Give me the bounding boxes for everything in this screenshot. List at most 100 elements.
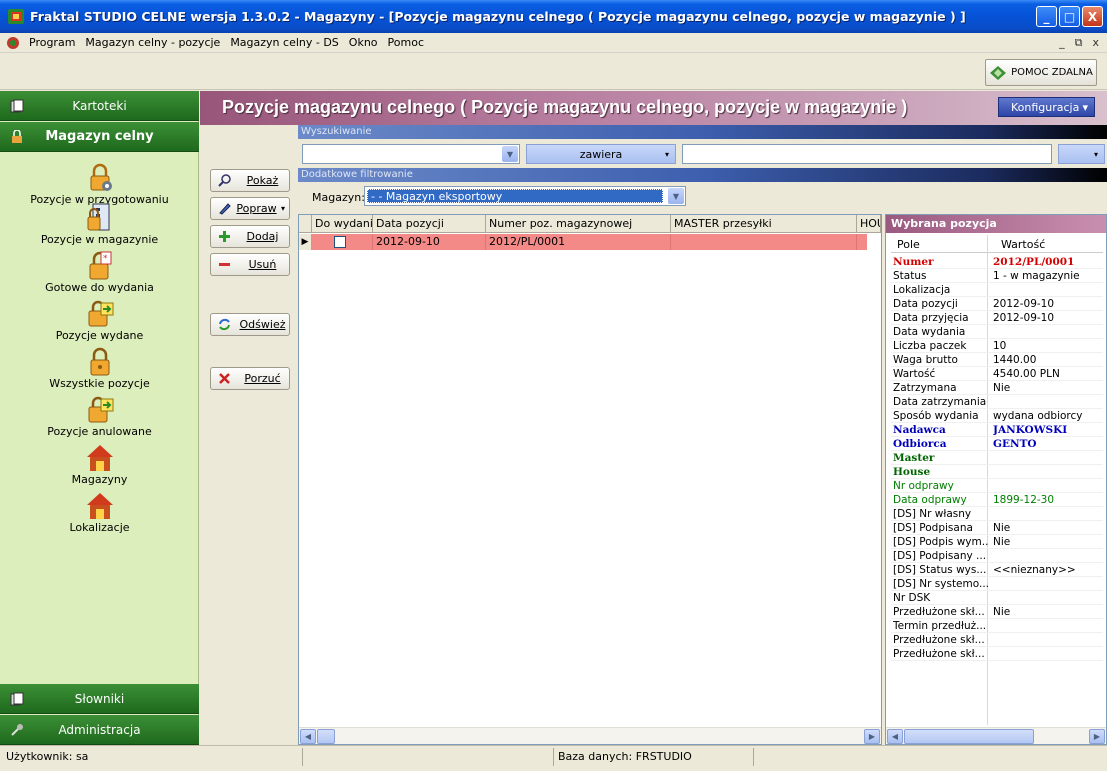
- mdi-minimize-button[interactable]: _: [1059, 36, 1065, 50]
- scroll-left-button[interactable]: ◀: [887, 729, 903, 744]
- release-checkbox[interactable]: [334, 236, 346, 248]
- property-key: Data przyjęcia: [893, 312, 969, 324]
- property-row[interactable]: Zatrzymana Nie: [891, 381, 1103, 395]
- remote-help-button[interactable]: POMOC ZDALNA: [985, 59, 1097, 86]
- property-row[interactable]: Liczba paczek 10: [891, 339, 1103, 353]
- scroll-thumb[interactable]: [317, 729, 335, 744]
- sidebar-item-gotowe[interactable]: * Gotowe do wydania: [0, 251, 199, 294]
- property-row[interactable]: Przedłużone skł...: [891, 633, 1103, 647]
- property-value: Nie: [993, 536, 1011, 548]
- grid-horizontal-scrollbar[interactable]: ◀ ▶: [299, 727, 881, 744]
- chevron-down-icon[interactable]: ▼: [668, 188, 684, 204]
- sidebar-item-wydane[interactable]: Pozycje wydane: [0, 299, 199, 342]
- sidebar-item-w-magazynie[interactable]: Pozycje w magazynie: [0, 203, 199, 246]
- sidebar-item-label: Pozycje anulowane: [47, 425, 152, 438]
- property-row[interactable]: [DS] Podpis wym... Nie: [891, 535, 1103, 549]
- property-row[interactable]: Data wydania: [891, 325, 1103, 339]
- sidebar-header-administracja[interactable]: Administracja: [0, 715, 199, 745]
- search-mode-combo[interactable]: zawiera ▾: [526, 144, 676, 164]
- property-row[interactable]: Data zatrzymania: [891, 395, 1103, 409]
- panel-horizontal-scrollbar[interactable]: ◀ ▶: [886, 727, 1106, 744]
- config-dropdown-button[interactable]: Konfiguracja ▾: [998, 97, 1095, 117]
- refresh-button[interactable]: Odśwież: [210, 313, 290, 336]
- scroll-left-button[interactable]: ◀: [300, 729, 316, 744]
- close-button[interactable]: X: [1082, 6, 1103, 27]
- property-row[interactable]: Data przyjęcia 2012-09-10: [891, 311, 1103, 325]
- property-row[interactable]: [DS] Podpisana Nie: [891, 521, 1103, 535]
- search-input[interactable]: [682, 144, 1052, 164]
- minimize-button[interactable]: _: [1036, 6, 1057, 27]
- property-row[interactable]: Data odprawy 1899-12-30: [891, 493, 1103, 507]
- grid-header: Do wydania Data pozycji Numer poz. magaz…: [299, 215, 881, 233]
- maximize-button[interactable]: □: [1059, 6, 1080, 27]
- mdi-restore-button[interactable]: ⧉: [1075, 36, 1083, 50]
- column-header[interactable]: HOU: [857, 215, 881, 233]
- magazyn-select[interactable]: - - Magazyn eksportowy ▼: [364, 186, 686, 206]
- app-menu-icon[interactable]: [6, 36, 20, 50]
- property-row[interactable]: Master: [891, 451, 1103, 465]
- property-row[interactable]: Nadawca JANKOWSKI: [891, 423, 1103, 437]
- menu-okno[interactable]: Okno: [344, 36, 383, 49]
- sidebar-header-slowniki[interactable]: Słowniki: [0, 684, 199, 714]
- property-row[interactable]: [DS] Nr własny: [891, 507, 1103, 521]
- property-row[interactable]: House: [891, 465, 1103, 479]
- sidebar-item-wszystkie[interactable]: Wszystkie pozycje: [0, 347, 199, 390]
- menu-program[interactable]: Program: [24, 36, 80, 49]
- property-row[interactable]: Przedłużone skł...: [891, 647, 1103, 661]
- property-row[interactable]: Termin przedłuż...: [891, 619, 1103, 633]
- table-row[interactable]: 2012-09-10 2012/PL/0001: [312, 234, 867, 250]
- property-row[interactable]: Odbiorca GENTO: [891, 437, 1103, 451]
- properties-header: Pole Wartość: [891, 235, 1103, 253]
- sidebar-item-lokalizacje[interactable]: Lokalizacje: [0, 491, 199, 534]
- add-button[interactable]: Dodaj: [210, 225, 290, 248]
- col-pole-header[interactable]: Pole: [897, 238, 920, 251]
- property-row[interactable]: [DS] Status wys... <<nieznany>>: [891, 563, 1103, 577]
- scroll-right-button[interactable]: ▶: [864, 729, 880, 744]
- sidebar-header-kartoteki[interactable]: Kartoteki: [0, 91, 199, 121]
- edit-button[interactable]: Popraw ▾: [210, 197, 290, 220]
- property-key: Status: [893, 270, 927, 282]
- property-key: Liczba paczek: [893, 340, 967, 352]
- property-row[interactable]: Sposób wydania wydana odbiorcy: [891, 409, 1103, 423]
- title-bar[interactable]: Fraktal STUDIO CELNE wersja 1.3.0.2 - Ma…: [0, 0, 1107, 33]
- property-row[interactable]: Lokalizacja: [891, 283, 1103, 297]
- property-row[interactable]: Wartość 4540.00 PLN: [891, 367, 1103, 381]
- sidebar-item-magazyny[interactable]: Magazyny: [0, 443, 199, 486]
- property-value: Nie: [993, 522, 1011, 534]
- delete-button[interactable]: Usuń: [210, 253, 290, 276]
- column-header[interactable]: Numer poz. magazynowej: [486, 215, 671, 233]
- scroll-thumb[interactable]: [904, 729, 1034, 744]
- column-header[interactable]: Data pozycji: [373, 215, 486, 233]
- column-header[interactable]: Do wydania: [312, 215, 373, 233]
- property-row[interactable]: [DS] Podpisany ...: [891, 549, 1103, 563]
- property-row[interactable]: Waga brutto 1440.00: [891, 353, 1103, 367]
- chevron-down-icon[interactable]: ▼: [502, 146, 518, 162]
- sidebar-item-w-przygotowaniu[interactable]: Pozycje w przygotowaniu: [0, 163, 199, 206]
- scroll-right-button[interactable]: ▶: [1089, 729, 1105, 744]
- sidebar-item-label: Gotowe do wydania: [45, 281, 154, 294]
- lock-star-icon: *: [89, 251, 111, 280]
- show-button[interactable]: Pokaż: [210, 169, 290, 192]
- column-header[interactable]: MASTER przesyłki: [671, 215, 857, 233]
- search-options-button[interactable]: ▾: [1058, 144, 1105, 164]
- sidebar-item-anulowane[interactable]: Pozycje anulowane: [0, 395, 199, 438]
- property-row[interactable]: Przedłużone skł... Nie: [891, 605, 1103, 619]
- property-row[interactable]: Data pozycji 2012-09-10: [891, 297, 1103, 311]
- property-value: 2012-09-10: [993, 298, 1055, 310]
- menu-pomoc[interactable]: Pomoc: [383, 36, 429, 49]
- search-field-combo[interactable]: ▼: [302, 144, 520, 164]
- do-wydania-cell[interactable]: [312, 234, 373, 250]
- menu-magazyn-pozycje[interactable]: Magazyn celny - pozycje: [80, 36, 225, 49]
- menu-magazyn-ds[interactable]: Magazyn celny - DS: [225, 36, 343, 49]
- window-title: Fraktal STUDIO CELNE wersja 1.3.0.2 - Ma…: [30, 9, 966, 24]
- property-row[interactable]: Nr DSK: [891, 591, 1103, 605]
- mdi-close-button[interactable]: x: [1092, 36, 1099, 50]
- col-wartosc-header[interactable]: Wartość: [1001, 238, 1045, 251]
- property-row[interactable]: [DS] Nr systemo...: [891, 577, 1103, 591]
- property-row[interactable]: Numer 2012/PL/0001: [891, 255, 1103, 269]
- property-row[interactable]: Nr odprawy: [891, 479, 1103, 493]
- abandon-button[interactable]: Porzuć: [210, 367, 290, 390]
- filter-row: Magazyn: - - Magazyn eksportowy ▼: [298, 182, 1107, 212]
- sidebar-header-magazyn[interactable]: Magazyn celny: [0, 122, 199, 152]
- property-row[interactable]: Status 1 - w magazynie: [891, 269, 1103, 283]
